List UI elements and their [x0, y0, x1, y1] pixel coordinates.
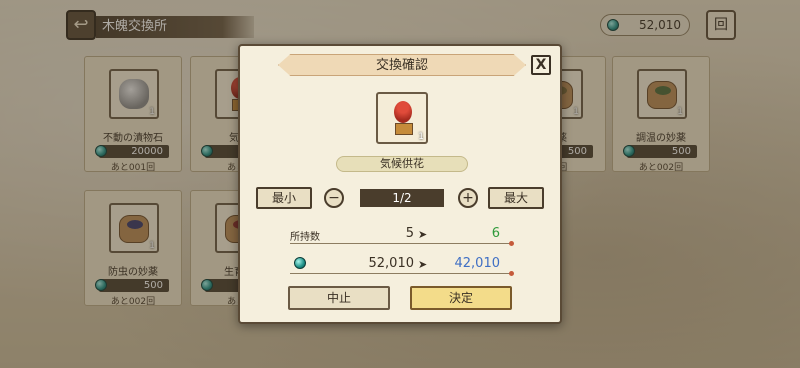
decrement-button[interactable]: − — [324, 188, 344, 208]
quantity-display: 1/2 — [360, 189, 444, 207]
cancel-button[interactable]: 中止 — [288, 286, 390, 310]
divider — [290, 241, 514, 246]
item-thumb: 1 — [376, 92, 428, 144]
flower-icon — [390, 101, 416, 135]
exchange-confirm-dialog: 交換確認 X 1 気候供花 最小 − 1/2 + 最大 所持数 5 ➤ 6 52… — [238, 44, 562, 324]
gem-from: 52,010 — [368, 256, 415, 271]
min-button[interactable]: 最小 — [256, 187, 312, 209]
owned-label: 所持数 — [290, 232, 320, 243]
increment-button[interactable]: + — [458, 188, 478, 208]
arrow-icon: ➤ — [418, 228, 428, 241]
max-button[interactable]: 最大 — [488, 187, 544, 209]
close-button[interactable]: X — [531, 55, 551, 75]
owned-from: 5 — [405, 226, 414, 241]
dialog-title: 交換確認 — [278, 54, 526, 76]
owned-to: 6 — [491, 226, 500, 241]
divider — [290, 271, 514, 276]
item-name: 気候供花 — [336, 156, 468, 172]
gem-to: 42,010 — [454, 256, 501, 271]
arrow-icon: ➤ — [418, 258, 428, 271]
confirm-button[interactable]: 決定 — [410, 286, 512, 310]
gem-icon — [294, 257, 306, 269]
